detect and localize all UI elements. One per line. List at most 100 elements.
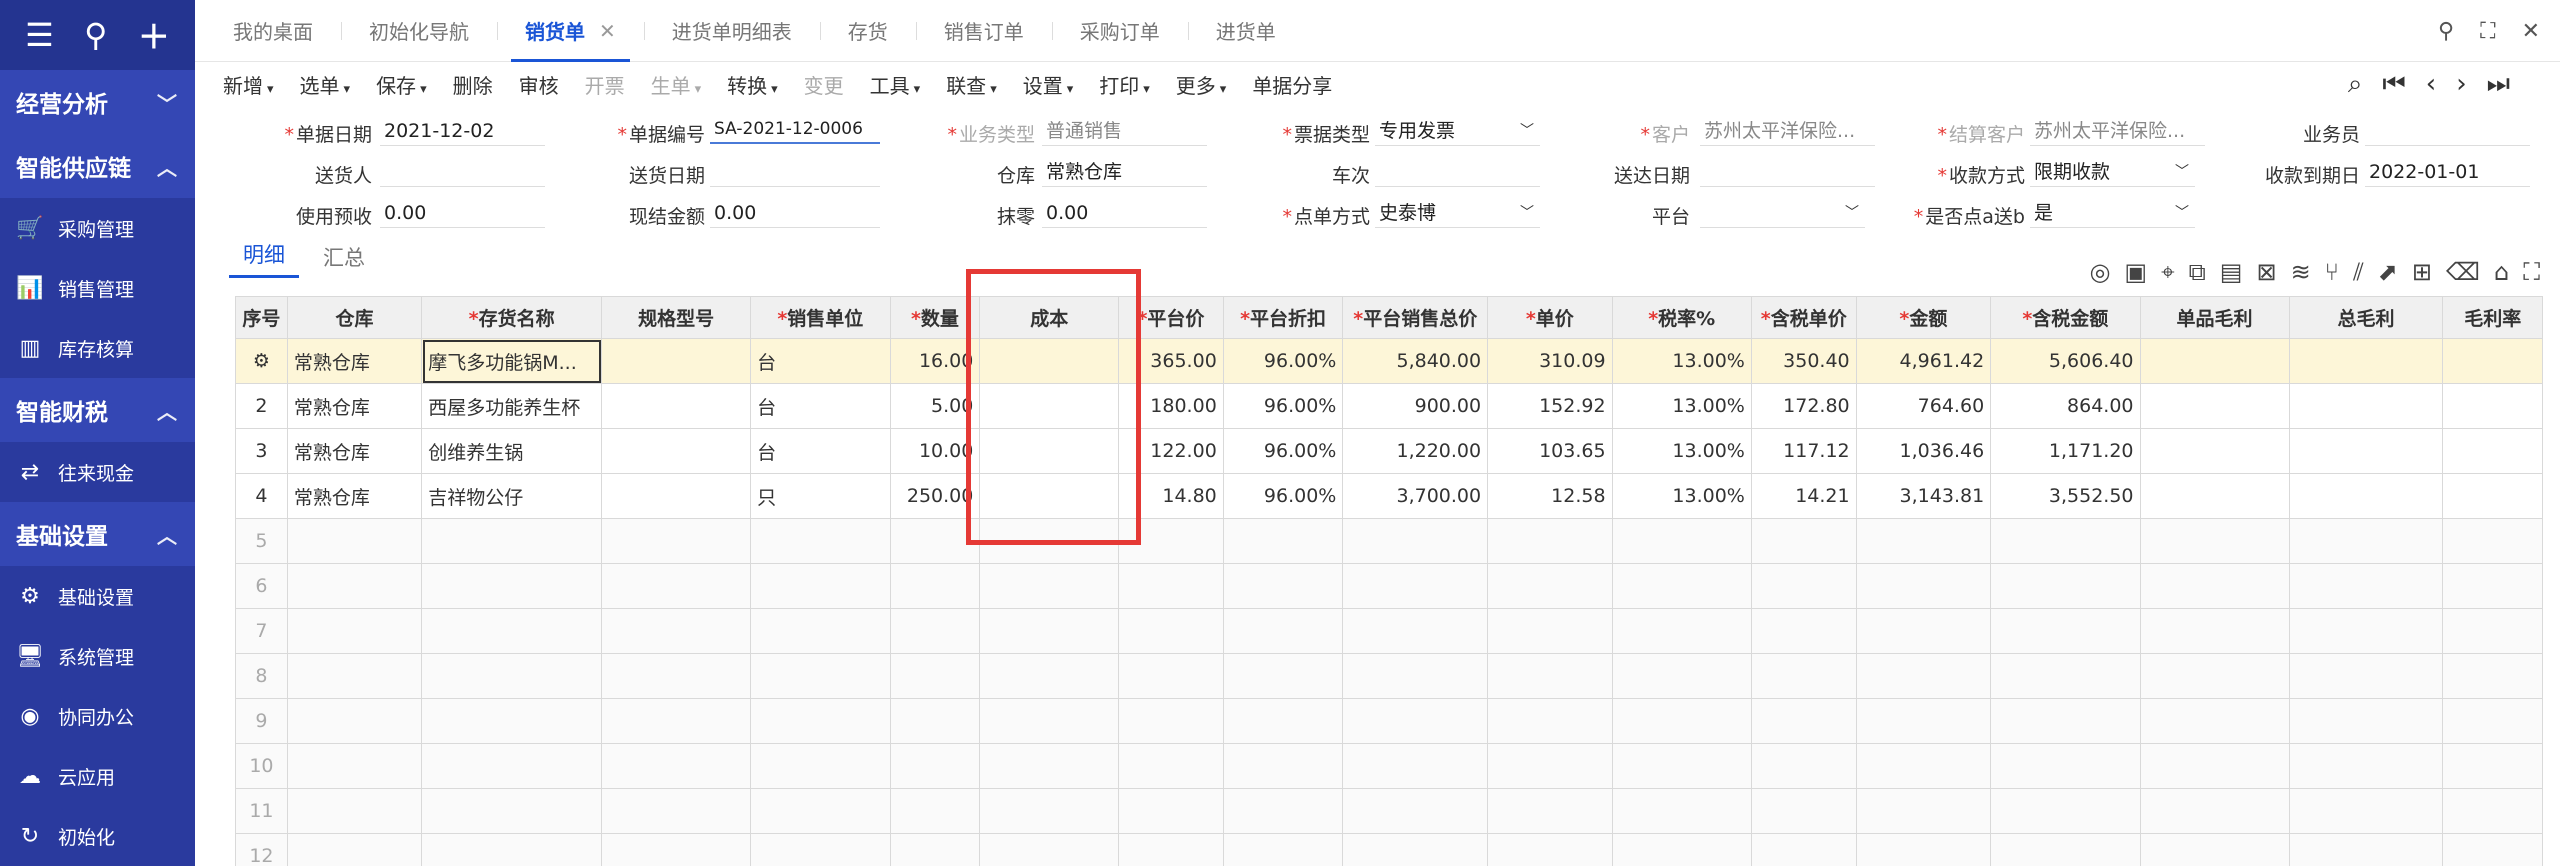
- table-cell[interactable]: [286, 563, 423, 609]
- table-cell[interactable]: [1118, 608, 1224, 654]
- table-cell[interactable]: [1855, 563, 1992, 609]
- table-row[interactable]: ⚙ 常熟仓库 摩飞多功能锅M... 台 16.00 365.00 96.00% 5,840.0…: [235, 338, 2543, 384]
- table-row[interactable]: 11: [235, 788, 2543, 834]
- table-cell[interactable]: [421, 518, 603, 564]
- table-cell[interactable]: [1750, 518, 1857, 564]
- sidebar-item[interactable]: 📊 销售管理: [0, 258, 195, 318]
- table-cell[interactable]: 常熟仓库: [286, 383, 423, 429]
- table-cell[interactable]: [750, 743, 891, 789]
- table-cell[interactable]: [2442, 563, 2543, 609]
- table-cell[interactable]: [1222, 833, 1344, 866]
- table-cell[interactable]: [1990, 653, 2141, 699]
- prev-record-icon[interactable]: ‹: [2426, 69, 2436, 99]
- bank-icon[interactable]: ⌂: [2494, 258, 2509, 286]
- table-cell[interactable]: [1611, 563, 1752, 609]
- table-cell[interactable]: [286, 788, 423, 834]
- car-no-field[interactable]: [1375, 157, 1540, 187]
- column-header[interactable]: *销售单位: [750, 296, 891, 339]
- table-cell[interactable]: 台: [750, 383, 891, 429]
- table-cell[interactable]: [2139, 383, 2290, 429]
- table-cell[interactable]: [1222, 788, 1344, 834]
- table-cell[interactable]: [421, 788, 603, 834]
- column-header[interactable]: 序号: [235, 296, 288, 339]
- table-cell[interactable]: [286, 743, 423, 789]
- table-cell[interactable]: [1487, 743, 1613, 789]
- table-cell[interactable]: [1342, 698, 1489, 744]
- table-cell[interactable]: [421, 743, 603, 789]
- table-row[interactable]: 7: [235, 608, 2543, 654]
- table-cell[interactable]: [1611, 518, 1752, 564]
- table-cell[interactable]: [1118, 833, 1224, 866]
- table-row[interactable]: 8: [235, 653, 2543, 699]
- column-header[interactable]: *平台价: [1118, 296, 1224, 339]
- table-cell[interactable]: [2288, 338, 2444, 384]
- table-cell[interactable]: [1855, 653, 1992, 699]
- row-settings-icon[interactable]: ⚙: [235, 338, 288, 384]
- table-cell[interactable]: 900.00: [1342, 383, 1489, 429]
- table-cell[interactable]: [601, 338, 752, 384]
- table-cell[interactable]: [979, 428, 1120, 474]
- table-cell[interactable]: [1855, 743, 1992, 789]
- table-cell[interactable]: [2442, 338, 2543, 384]
- table-cell[interactable]: [1990, 698, 2141, 744]
- toolbar-button[interactable]: 工具 ▾: [870, 70, 921, 99]
- table-cell[interactable]: [2139, 743, 2290, 789]
- column-header[interactable]: 成本: [979, 296, 1120, 339]
- chevron-up-icon[interactable]: ︿: [157, 396, 177, 425]
- table-cell[interactable]: [2139, 608, 2290, 654]
- column-header[interactable]: *含税单价: [1750, 296, 1857, 339]
- table-cell[interactable]: [2288, 788, 2444, 834]
- table-cell[interactable]: [1222, 743, 1344, 789]
- table-cell[interactable]: [889, 518, 981, 564]
- table-cell[interactable]: [2442, 518, 2543, 564]
- column-header[interactable]: *单价: [1487, 296, 1613, 339]
- due-date-field[interactable]: 2022-01-01: [2365, 157, 2530, 187]
- table-cell[interactable]: [1342, 833, 1489, 866]
- table-cell[interactable]: [421, 608, 603, 654]
- table-cell[interactable]: [1855, 698, 1992, 744]
- table-cell[interactable]: [1855, 518, 1992, 564]
- table-cell[interactable]: 96.00%: [1222, 383, 1344, 429]
- table-cell[interactable]: [2442, 473, 2543, 519]
- table-cell[interactable]: [1487, 833, 1613, 866]
- table-cell[interactable]: 864.00: [1990, 383, 2141, 429]
- arrive-date-field[interactable]: [1700, 157, 1875, 187]
- doc-date-field[interactable]: 2021-12-02: [380, 116, 545, 146]
- delivery-date-field[interactable]: [710, 157, 880, 187]
- table-cell[interactable]: [979, 608, 1120, 654]
- table-cell[interactable]: [1750, 563, 1857, 609]
- table-cell[interactable]: [1855, 788, 1992, 834]
- table-cell[interactable]: [1342, 608, 1489, 654]
- sidebar-item[interactable]: ↻ 初始化: [0, 806, 195, 866]
- split-icon[interactable]: ⑂: [2325, 258, 2339, 286]
- table-cell[interactable]: [601, 473, 752, 519]
- tab-item[interactable]: 进货单: [1187, 0, 1304, 62]
- round-off-field[interactable]: 0.00: [1042, 198, 1207, 228]
- table-cell[interactable]: 152.92: [1487, 383, 1613, 429]
- table-cell[interactable]: [421, 698, 603, 744]
- table-cell[interactable]: [1990, 743, 2141, 789]
- table-cell[interactable]: 96.00%: [1222, 428, 1344, 474]
- column-header[interactable]: 总毛利: [2288, 296, 2444, 339]
- table-cell[interactable]: [1342, 653, 1489, 699]
- table-cell[interactable]: [1487, 653, 1613, 699]
- table-cell[interactable]: [1222, 608, 1344, 654]
- table-cell[interactable]: 台: [750, 338, 891, 384]
- table-cell[interactable]: [2139, 833, 2290, 866]
- table-cell[interactable]: [979, 563, 1120, 609]
- table-cell[interactable]: 创维养生锅: [421, 428, 603, 474]
- expand-icon[interactable]: ⛶: [2523, 258, 2540, 286]
- column-header[interactable]: *存货名称: [421, 296, 603, 339]
- table-cell[interactable]: 117.12: [1750, 428, 1857, 474]
- close-icon[interactable]: ✕: [2522, 19, 2540, 44]
- table-cell[interactable]: [1750, 698, 1857, 744]
- table-cell[interactable]: [1487, 608, 1613, 654]
- table-row[interactable]: 12: [235, 833, 2543, 866]
- table-cell[interactable]: [1611, 653, 1752, 699]
- table-cell[interactable]: 14.21: [1750, 473, 1857, 519]
- toolbar-button[interactable]: 变更: [804, 70, 844, 99]
- table-cell[interactable]: [1118, 698, 1224, 744]
- tab-item[interactable]: 进货单明细表: [643, 0, 820, 62]
- table-cell[interactable]: [2442, 788, 2543, 834]
- table-row[interactable]: 3 常熟仓库 创维养生锅 台 10.00 122.00 96.00% 1,220.00 103.…: [235, 428, 2543, 474]
